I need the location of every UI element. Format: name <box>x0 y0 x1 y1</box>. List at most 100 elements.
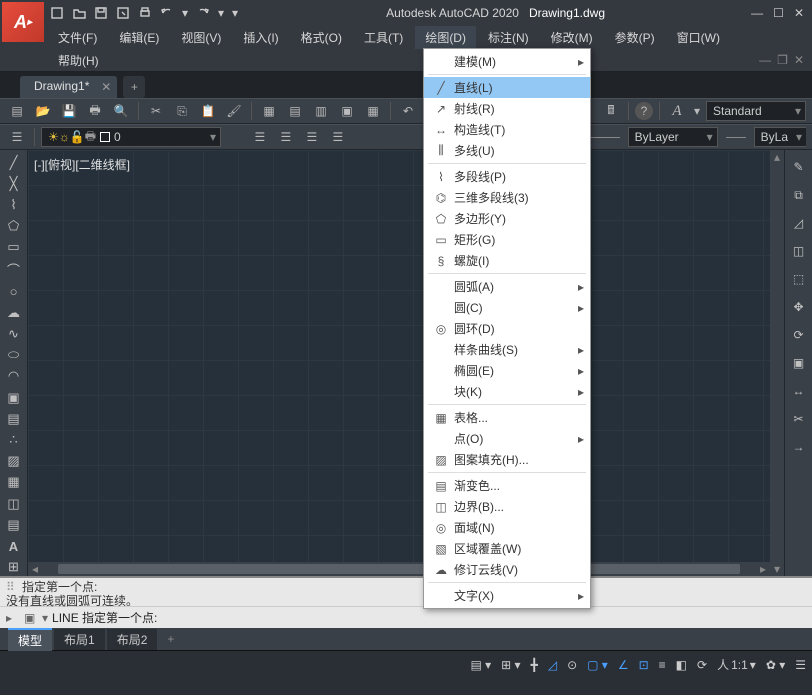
menu-item[interactable]: ◫边界(B)... <box>424 496 590 517</box>
menu-item[interactable]: 圆弧(A)▸ <box>424 276 590 297</box>
save-file-icon[interactable]: 💾 <box>58 101 80 121</box>
menu-item[interactable]: 圆(C)▸ <box>424 297 590 318</box>
menu-item[interactable]: 工具(T) <box>354 26 413 49</box>
cycling-button[interactable]: ⟳ <box>697 658 707 672</box>
open-file-icon[interactable]: 📂 <box>32 101 54 121</box>
anno-scale-button[interactable]: 人 1:1 ▾ <box>717 656 756 673</box>
menu-item[interactable]: 样条曲线(S)▸ <box>424 339 590 360</box>
polar-button[interactable]: ⊙ <box>567 658 577 672</box>
new-icon[interactable] <box>48 4 66 22</box>
menu-item[interactable]: 标注(N) <box>478 26 539 49</box>
layout-tab[interactable]: 布局2 <box>107 629 158 650</box>
menu-item[interactable]: 绘图(D) <box>415 26 476 49</box>
match-icon[interactable]: 🖌 <box>223 101 245 121</box>
grid-button[interactable]: ⊞ ▾ <box>501 658 520 672</box>
menu-item[interactable]: 插入(I) <box>233 26 288 49</box>
pline-tool-icon[interactable]: ⌇ <box>3 196 25 213</box>
menu-item[interactable]: 修改(M) <box>541 26 603 49</box>
layer-state-icon[interactable]: ☰ <box>301 127 323 147</box>
table-tool-icon[interactable]: ▤ <box>3 516 25 533</box>
layout-tab[interactable]: 布局1 <box>54 629 105 650</box>
new-file-icon[interactable]: ▤ <box>6 101 28 121</box>
menu-item[interactable]: ⬠多边形(Y) <box>424 208 590 229</box>
prop-icon[interactable]: ▦ <box>362 101 384 121</box>
point-tool-icon[interactable]: ∴ <box>3 431 25 448</box>
menu-item[interactable]: 视图(V) <box>171 26 231 49</box>
undo-dropdown-icon[interactable]: ▾ <box>180 4 190 22</box>
doc-close-button[interactable]: ✕ <box>794 53 804 67</box>
scroll-down-icon[interactable]: ▾ <box>770 562 784 576</box>
tool-icon[interactable]: ▥ <box>310 101 332 121</box>
horizontal-scrollbar[interactable]: ◂ ▸ <box>28 562 770 576</box>
polygon-tool-icon[interactable]: ⬠ <box>3 218 25 235</box>
menu-item[interactable]: 参数(P) <box>605 26 665 49</box>
menu-item[interactable]: ⌬三维多段线(3) <box>424 187 590 208</box>
hatch-tool-icon[interactable]: ▨ <box>3 453 25 470</box>
trim-tool-icon[interactable]: ✂ <box>788 408 810 430</box>
plot-icon[interactable]: 🖶 <box>84 101 106 121</box>
doc-minimize-button[interactable]: — <box>759 53 771 67</box>
viewport-label[interactable]: [-][俯视][二维线框] <box>34 156 130 173</box>
hscroll-thumb[interactable] <box>58 564 740 574</box>
menu-help[interactable]: 帮助(H) <box>48 49 109 72</box>
vertical-scrollbar[interactable]: ▴ ▾ <box>770 150 784 576</box>
qat-more-icon[interactable]: ▾ <box>230 4 240 22</box>
erase-tool-icon[interactable]: ✎ <box>788 156 810 178</box>
copy-icon[interactable]: ⎘ <box>171 101 193 121</box>
dc-icon[interactable]: ▣ <box>336 101 358 121</box>
textstyle-a-icon[interactable]: A <box>666 101 688 121</box>
menu-item[interactable]: ↗射线(R) <box>424 98 590 119</box>
menu-item[interactable]: 文字(X)▸ <box>424 585 590 606</box>
save-icon[interactable] <box>92 4 110 22</box>
customize-button[interactable]: ☰ <box>795 658 806 672</box>
menu-item[interactable]: 点(O)▸ <box>424 428 590 449</box>
open-icon[interactable] <box>70 4 88 22</box>
copy-tool-icon[interactable]: ⧉ <box>788 184 810 206</box>
osnap-button[interactable]: ▢ ▾ <box>587 658 608 672</box>
bylayer2-combo[interactable]: ByLa <box>754 127 806 147</box>
close-tab-icon[interactable]: ✕ <box>101 80 111 94</box>
spline-tool-icon[interactable]: ∿ <box>3 325 25 342</box>
model-space-button[interactable]: ▤ ▾ <box>470 658 491 672</box>
redo-dropdown-icon[interactable]: ▾ <box>216 4 226 22</box>
calc-icon[interactable]: 🖩 <box>600 101 622 121</box>
ortho-button[interactable]: ◿ <box>548 658 557 672</box>
drawing-canvas[interactable]: [-][俯视][二维线框] ◂ ▸ <box>28 150 770 576</box>
layer-match-icon[interactable]: ☰ <box>327 127 349 147</box>
undo-icon[interactable] <box>158 4 176 22</box>
menu-item[interactable]: ▦表格... <box>424 407 590 428</box>
block-icon[interactable]: ▦ <box>258 101 280 121</box>
layer-prev-icon[interactable]: ☰ <box>275 127 297 147</box>
style-combo[interactable]: Standard <box>706 101 806 121</box>
saveas-icon[interactable] <box>114 4 132 22</box>
add-tab-button[interactable]: + <box>123 76 145 98</box>
move-tool-icon[interactable]: ✥ <box>788 296 810 318</box>
menu-item[interactable]: ▧区域覆盖(W) <box>424 538 590 559</box>
layer-iso-icon[interactable]: ☰ <box>249 127 271 147</box>
print-icon[interactable] <box>136 4 154 22</box>
dyn-button[interactable]: ⊡ <box>639 658 649 672</box>
undo-tb-icon[interactable]: ↶ <box>397 101 419 121</box>
mirror-tool-icon[interactable]: ◿ <box>788 212 810 234</box>
arc-tool-icon[interactable]: ⌒ <box>3 260 25 279</box>
document-tab[interactable]: Drawing1* ✕ <box>20 76 117 98</box>
app-logo[interactable]: A▸ <box>2 2 44 42</box>
layout-tab[interactable]: 模型 <box>8 628 52 651</box>
menu-item[interactable]: 椭圆(E)▸ <box>424 360 590 381</box>
menu-item[interactable]: ◎面域(N) <box>424 517 590 538</box>
text-tool-icon[interactable]: A <box>3 537 25 554</box>
paste-icon[interactable]: 📋 <box>197 101 219 121</box>
vscroll-track[interactable] <box>770 164 784 562</box>
menu-item[interactable]: ▨图案填充(H)... <box>424 449 590 470</box>
ellipsearc-tool-icon[interactable]: ◠ <box>3 368 25 385</box>
transparency-button[interactable]: ◧ <box>676 658 687 672</box>
lwt-button[interactable]: ≡ <box>659 658 666 672</box>
minimize-button[interactable]: — <box>751 6 763 20</box>
add-layout-button[interactable]: + <box>159 630 182 648</box>
scroll-up-icon[interactable]: ▴ <box>770 150 784 164</box>
menu-item[interactable]: §螺旋(I) <box>424 250 590 271</box>
menu-item[interactable]: 建模(M)▸ <box>424 51 590 72</box>
scroll-left-icon[interactable]: ◂ <box>28 562 42 576</box>
menu-item[interactable]: 窗口(W) <box>667 26 730 49</box>
otrack-button[interactable]: ∠ <box>618 658 629 672</box>
